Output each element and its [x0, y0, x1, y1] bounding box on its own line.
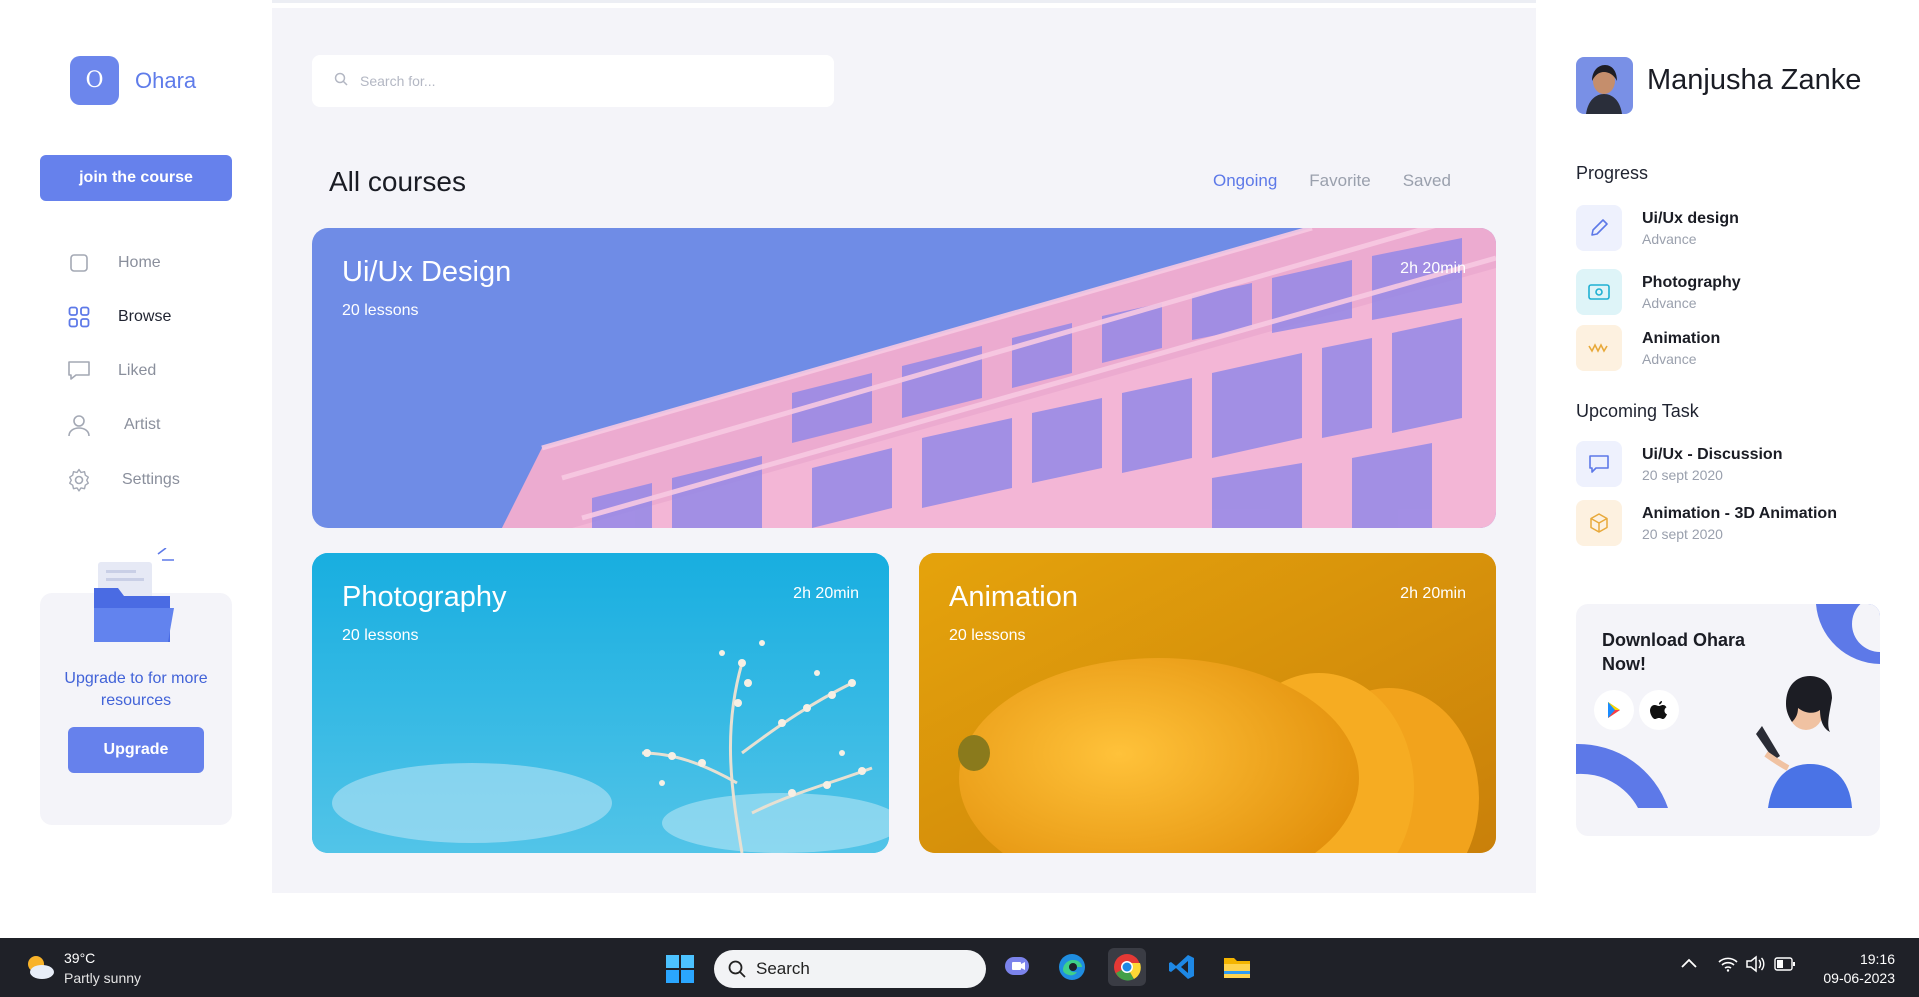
course-title: Photography: [342, 581, 507, 613]
task-item[interactable]: Ui/Ux - Discussion 20 sept 2020: [1576, 441, 1782, 487]
section-title: All courses: [329, 166, 466, 197]
volume-icon[interactable]: [1745, 955, 1765, 978]
top-border: [190, 0, 1730, 3]
progress-name: Photography: [1642, 274, 1741, 291]
nav-item-liked[interactable]: Liked: [66, 356, 156, 386]
wave-icon: [1576, 325, 1622, 371]
app-window: O Ohara join the course Home Browse Like…: [0, 0, 1919, 997]
search-input[interactable]: [360, 73, 800, 89]
clock-time: 19:16: [1859, 951, 1895, 967]
nav-label: Home: [118, 254, 161, 271]
nav-item-artist[interactable]: Artist: [66, 410, 160, 440]
nav-item-browse[interactable]: Browse: [66, 302, 171, 332]
chrome-browser-icon[interactable]: [1108, 948, 1146, 986]
avatar[interactable]: [1576, 57, 1633, 114]
course-lessons: 20 lessons: [342, 302, 419, 319]
nav-label: Liked: [118, 362, 157, 379]
user-name: Manjusha Zanke: [1647, 64, 1862, 96]
course-lessons: 20 lessons: [949, 627, 1026, 644]
progress-level: Advance: [1642, 295, 1697, 311]
course-duration: 2h 20min: [1400, 260, 1466, 277]
filter-favorite[interactable]: Favorite: [1309, 171, 1370, 191]
task-name: Ui/Ux - Discussion: [1642, 446, 1783, 463]
nav-label: Browse: [118, 308, 172, 325]
progress-name: Ui/Ux design: [1642, 210, 1739, 227]
progress-level: Advance: [1642, 231, 1697, 247]
clock[interactable]: 19:16 09-06-2023: [1823, 950, 1895, 988]
grid-icon: [66, 304, 92, 330]
download-title: Download Ohara Now!: [1602, 630, 1746, 674]
user-icon: [66, 412, 92, 438]
search-icon: [334, 72, 348, 91]
teams-chat-icon[interactable]: [998, 948, 1036, 986]
search-icon: [728, 960, 746, 978]
weather-temp: 39°C: [64, 950, 96, 966]
right-panel: Manjusha Zanke Progress Ui/Ux design Adva…: [1536, 0, 1919, 938]
chevron-up-icon[interactable]: [1680, 956, 1698, 975]
task-name: Animation - 3D Animation: [1642, 505, 1837, 522]
nav-label: Artist: [124, 416, 161, 433]
cube-icon: [1576, 500, 1622, 546]
play-store-icon[interactable]: [1594, 690, 1634, 730]
chat-icon: [66, 358, 92, 384]
square-icon: [66, 250, 92, 276]
course-filters: Ongoing Favorite Saved: [1213, 171, 1451, 191]
message-icon: [1576, 441, 1622, 487]
folder-illustration: [94, 548, 174, 642]
wifi-icon[interactable]: [1718, 956, 1738, 977]
nav-item-settings[interactable]: Settings: [66, 465, 180, 495]
upgrade-text: Upgrade to for more resources: [64, 670, 208, 709]
course-title: Animation: [949, 581, 1078, 613]
progress-title: Progress: [1576, 163, 1649, 183]
battery-icon[interactable]: [1774, 957, 1796, 976]
task-item[interactable]: Animation - 3D Animation 20 sept 2020: [1576, 500, 1837, 546]
file-explorer-icon[interactable]: [1218, 948, 1256, 986]
brand-name: Ohara: [135, 68, 197, 93]
task-date: 20 sept 2020: [1642, 467, 1723, 483]
left-sidebar: O Ohara join the course Home Browse Like…: [0, 0, 272, 938]
edge-browser-icon[interactable]: [1053, 948, 1091, 986]
filter-saved[interactable]: Saved: [1403, 171, 1451, 191]
progress-item[interactable]: Photography Advance: [1576, 269, 1741, 315]
progress-item[interactable]: Animation Advance: [1576, 325, 1720, 371]
course-card-photography[interactable]: Photography 20 lessons 2h 20min: [312, 553, 889, 853]
course-card-uiux[interactable]: Ui/Ux Design 20 lessons 2h 20min: [312, 228, 1496, 528]
course-duration: 2h 20min: [793, 585, 859, 602]
taskbar: 39°C Partly sunny Search 19:16 09-06-202…: [0, 938, 1919, 997]
search-bar[interactable]: [312, 55, 834, 107]
course-duration: 2h 20min: [1400, 585, 1466, 602]
download-card: Download Ohara Now!: [1576, 604, 1880, 836]
upcoming-title: Upcoming Task: [1576, 401, 1699, 421]
apple-store-icon[interactable]: [1639, 690, 1679, 730]
windows-start-icon[interactable]: [666, 955, 694, 988]
vscode-icon[interactable]: [1163, 948, 1201, 986]
course-card-animation[interactable]: Animation 20 lessons 2h 20min: [919, 553, 1496, 853]
weather-desc: Partly sunny: [64, 970, 142, 986]
join-course-button[interactable]: join the course: [40, 155, 232, 201]
course-lessons: 20 lessons: [342, 627, 419, 644]
progress-name: Animation: [1642, 330, 1721, 347]
progress-item[interactable]: Ui/Ux design Advance: [1576, 205, 1739, 251]
gear-icon: [66, 467, 92, 493]
weather-icon[interactable]: [24, 952, 56, 982]
nav-label: Settings: [122, 471, 180, 488]
photo-icon: [1576, 269, 1622, 315]
progress-level: Advance: [1642, 351, 1697, 367]
upgrade-button[interactable]: Upgrade: [68, 727, 204, 773]
taskbar-search-label: Search: [756, 959, 810, 978]
pencil-icon: [1576, 205, 1622, 251]
taskbar-search[interactable]: Search: [714, 950, 986, 988]
main-content: All courses Ongoing Favorite Saved: [272, 8, 1536, 893]
filter-ongoing[interactable]: Ongoing: [1213, 171, 1277, 191]
clock-date: 09-06-2023: [1823, 970, 1895, 986]
nav-item-home[interactable]: Home: [66, 248, 161, 278]
logo-icon: O: [70, 56, 119, 105]
course-title: Ui/Ux Design: [342, 256, 512, 288]
task-date: 20 sept 2020: [1642, 526, 1723, 542]
